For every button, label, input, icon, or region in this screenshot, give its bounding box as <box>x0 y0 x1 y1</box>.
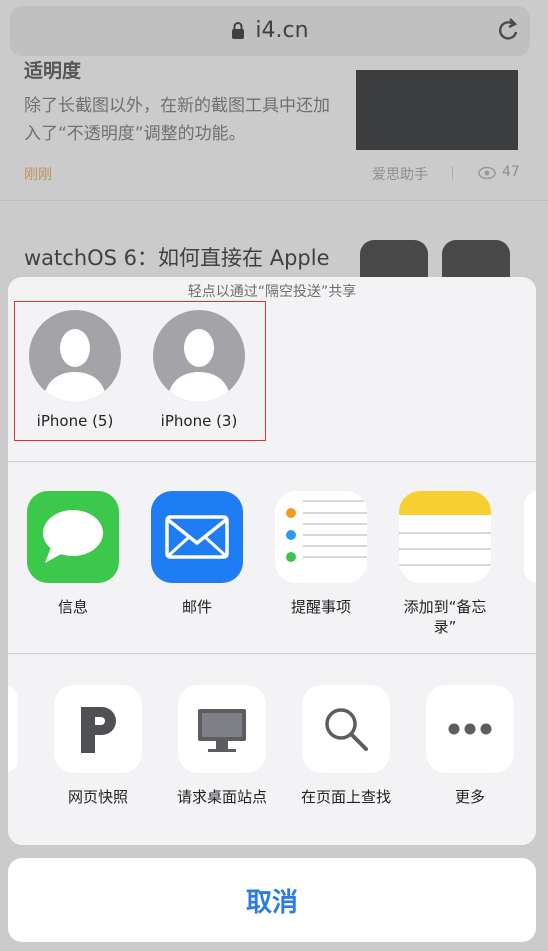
app-label: 提醒事项 <box>290 598 351 616</box>
messages-icon <box>27 491 119 583</box>
app-notes[interactable]: 添加到“备忘录” <box>399 491 491 637</box>
app-label: 添加到“备忘录” <box>403 598 487 636</box>
airdrop-person-1[interactable]: iPhone (5) <box>29 310 121 430</box>
airdrop-person-name: iPhone (5) <box>36 412 114 430</box>
airdrop-person-name: iPhone (3) <box>160 412 238 430</box>
section-divider <box>8 653 536 654</box>
find-on-page-icon <box>302 685 390 773</box>
app-reminders[interactable]: 提醒事项 <box>275 491 367 617</box>
notes-icon <box>399 491 491 583</box>
action-request-desktop[interactable]: 请求桌面站点 <box>176 685 268 807</box>
action-find-on-page[interactable]: 在页面上查找 <box>300 685 392 807</box>
avatar <box>29 310 121 402</box>
app-mail[interactable]: 邮件 <box>151 491 243 617</box>
more-icon <box>426 685 514 773</box>
person-silhouette-icon <box>167 329 231 402</box>
action-more[interactable]: 更多 <box>424 685 516 807</box>
avatar <box>153 310 245 402</box>
share-sheet: 轻点以通过“隔空投送”共享 iPhone (5) iPhone (3) 信息 邮… <box>8 277 536 845</box>
app-label: 邮件 <box>181 598 212 616</box>
airdrop-highlight-box: iPhone (5) iPhone (3) <box>14 301 266 441</box>
action-label: 请求桌面站点 <box>176 788 267 806</box>
app-messages[interactable]: 信息 <box>27 491 119 617</box>
desktop-site-icon <box>178 685 266 773</box>
app-label: 信息 <box>57 598 88 616</box>
airdrop-hint: 轻点以通过“隔空投送”共享 <box>187 284 357 300</box>
cancel-button[interactable]: 取消 <box>8 858 536 942</box>
action-label: 在页面上查找 <box>300 788 391 806</box>
reminders-icon <box>275 491 367 583</box>
action-label: 更多 <box>454 788 485 806</box>
airdrop-person-2[interactable]: iPhone (3) <box>153 310 245 430</box>
person-silhouette-icon <box>43 329 107 402</box>
action-label: 网页快照 <box>67 788 128 806</box>
action-partial-prev <box>8 685 18 773</box>
app-partial-next <box>524 491 536 583</box>
mail-icon <box>151 491 243 583</box>
web-snapshot-icon <box>54 685 142 773</box>
action-web-snapshot[interactable]: 网页快照 <box>52 685 144 807</box>
section-divider <box>8 461 536 462</box>
